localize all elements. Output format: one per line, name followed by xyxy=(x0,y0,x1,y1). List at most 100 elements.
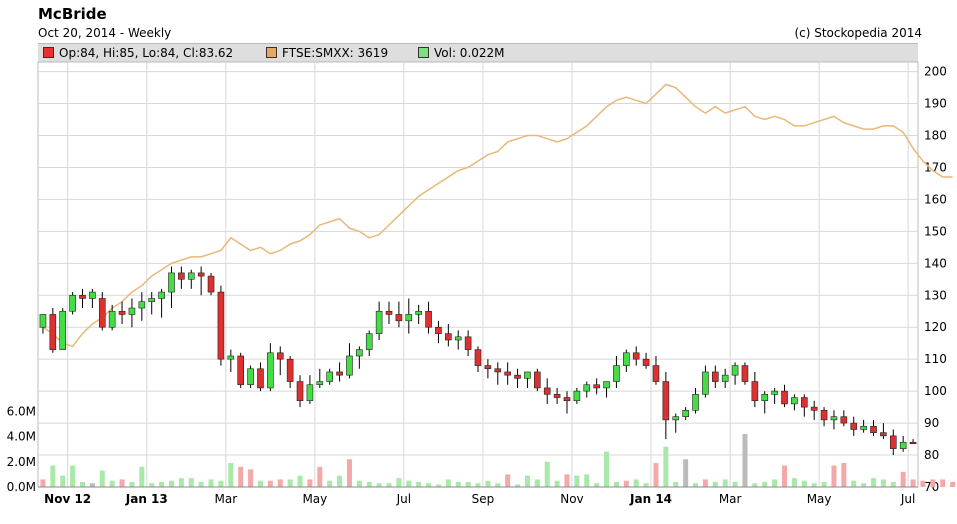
candle-body xyxy=(573,390,581,402)
candle-body xyxy=(820,410,828,421)
volume-bar xyxy=(178,478,184,487)
x-tick-label: Nov xyxy=(560,492,583,506)
candle xyxy=(237,352,244,388)
candle-body xyxy=(603,381,610,389)
volume-bar xyxy=(811,483,817,487)
price-tick-label: 160 xyxy=(924,192,947,206)
volume-bar xyxy=(218,480,224,487)
candle-body xyxy=(474,349,482,366)
candle-body xyxy=(652,365,660,382)
candle-body xyxy=(593,384,600,389)
volume-bar xyxy=(554,480,560,487)
x-tick-label: May xyxy=(807,492,832,506)
volume-bar xyxy=(564,474,570,487)
volume-bar xyxy=(159,481,165,487)
candle-body xyxy=(534,371,541,389)
volume-bar xyxy=(426,483,432,487)
candle-body xyxy=(484,365,492,370)
candle-body xyxy=(197,272,205,277)
volume-bar xyxy=(861,483,867,487)
candle-body xyxy=(524,371,531,379)
price-tick-label: 100 xyxy=(924,384,947,398)
candle-body xyxy=(89,291,96,299)
volume-bar xyxy=(574,475,580,487)
volume-bar xyxy=(327,480,333,487)
candle-body xyxy=(39,314,47,328)
volume-tick-label: 2.0M xyxy=(7,455,36,469)
candle-body xyxy=(118,310,126,315)
candle-body xyxy=(286,358,294,382)
volume-tick-label: 4.0M xyxy=(7,430,36,444)
volume-bar xyxy=(584,474,590,487)
price-tick-label: 150 xyxy=(924,224,947,238)
volume-bar xyxy=(752,483,758,487)
volume-bar xyxy=(60,475,66,487)
volume-bar xyxy=(762,481,768,487)
volume-bar xyxy=(317,466,323,487)
volume-bar xyxy=(366,481,372,487)
candle-body xyxy=(306,384,314,402)
volume-bar xyxy=(663,446,669,487)
candle-body xyxy=(810,406,818,411)
volume-bar xyxy=(267,480,273,487)
candle xyxy=(59,308,67,350)
volume-bar xyxy=(524,475,530,487)
candle-body xyxy=(98,298,106,328)
price-volume-chart: 708090100110120130140150160170180190200N… xyxy=(7,61,956,506)
candle xyxy=(217,285,225,366)
candle-body xyxy=(276,352,284,360)
volume-bar xyxy=(495,483,501,487)
volume-bar xyxy=(129,481,135,487)
x-tick-label: Jan 14 xyxy=(629,492,672,506)
candle xyxy=(247,365,254,388)
candle-body xyxy=(128,307,136,315)
volume-bar xyxy=(50,465,56,487)
volume-bar xyxy=(772,479,778,487)
volume-bar xyxy=(821,481,827,487)
candle-body xyxy=(237,355,244,386)
candle-body xyxy=(108,310,116,328)
candle-body xyxy=(889,435,897,449)
volume-bar xyxy=(198,481,204,487)
candle-body xyxy=(543,387,551,395)
candle-body xyxy=(79,294,86,299)
price-tick-label: 180 xyxy=(924,128,947,142)
candle-body xyxy=(178,272,185,280)
candle-body xyxy=(662,381,670,421)
candle-body xyxy=(909,441,917,445)
candle xyxy=(207,272,215,296)
candle-body xyxy=(415,310,422,315)
x-tick-label: May xyxy=(302,492,327,506)
candle-body xyxy=(69,294,76,312)
volume-bar xyxy=(168,480,174,487)
volume-bar xyxy=(851,480,857,487)
volume-bar xyxy=(594,483,600,487)
volume-bar xyxy=(910,479,916,487)
price-tick-label: 200 xyxy=(924,65,947,79)
candle-body xyxy=(138,301,146,309)
volume-bar xyxy=(386,483,392,487)
volume-bar xyxy=(801,480,807,487)
volume-bar xyxy=(257,480,263,487)
candle-body xyxy=(217,291,225,360)
volume-bar xyxy=(228,463,234,487)
candle-body xyxy=(721,374,729,382)
volume-bar xyxy=(930,479,936,487)
candle-body xyxy=(365,333,373,350)
candle-body xyxy=(504,371,511,376)
candle-body xyxy=(464,336,472,350)
volume-bar xyxy=(890,481,896,487)
volume-bar xyxy=(277,479,283,487)
price-tick-label: 110 xyxy=(924,352,947,366)
volume-bar xyxy=(623,480,629,487)
x-tick-label: Jan 13 xyxy=(125,492,168,506)
volume-bar xyxy=(99,470,105,487)
volume-bar xyxy=(613,481,619,487)
volume-bar xyxy=(742,434,748,487)
volume-bar xyxy=(89,483,95,487)
candle xyxy=(49,308,57,353)
candle-body xyxy=(316,381,324,386)
volume-bar xyxy=(712,481,718,487)
volume-bar xyxy=(248,469,254,487)
volume-bar xyxy=(376,483,382,487)
